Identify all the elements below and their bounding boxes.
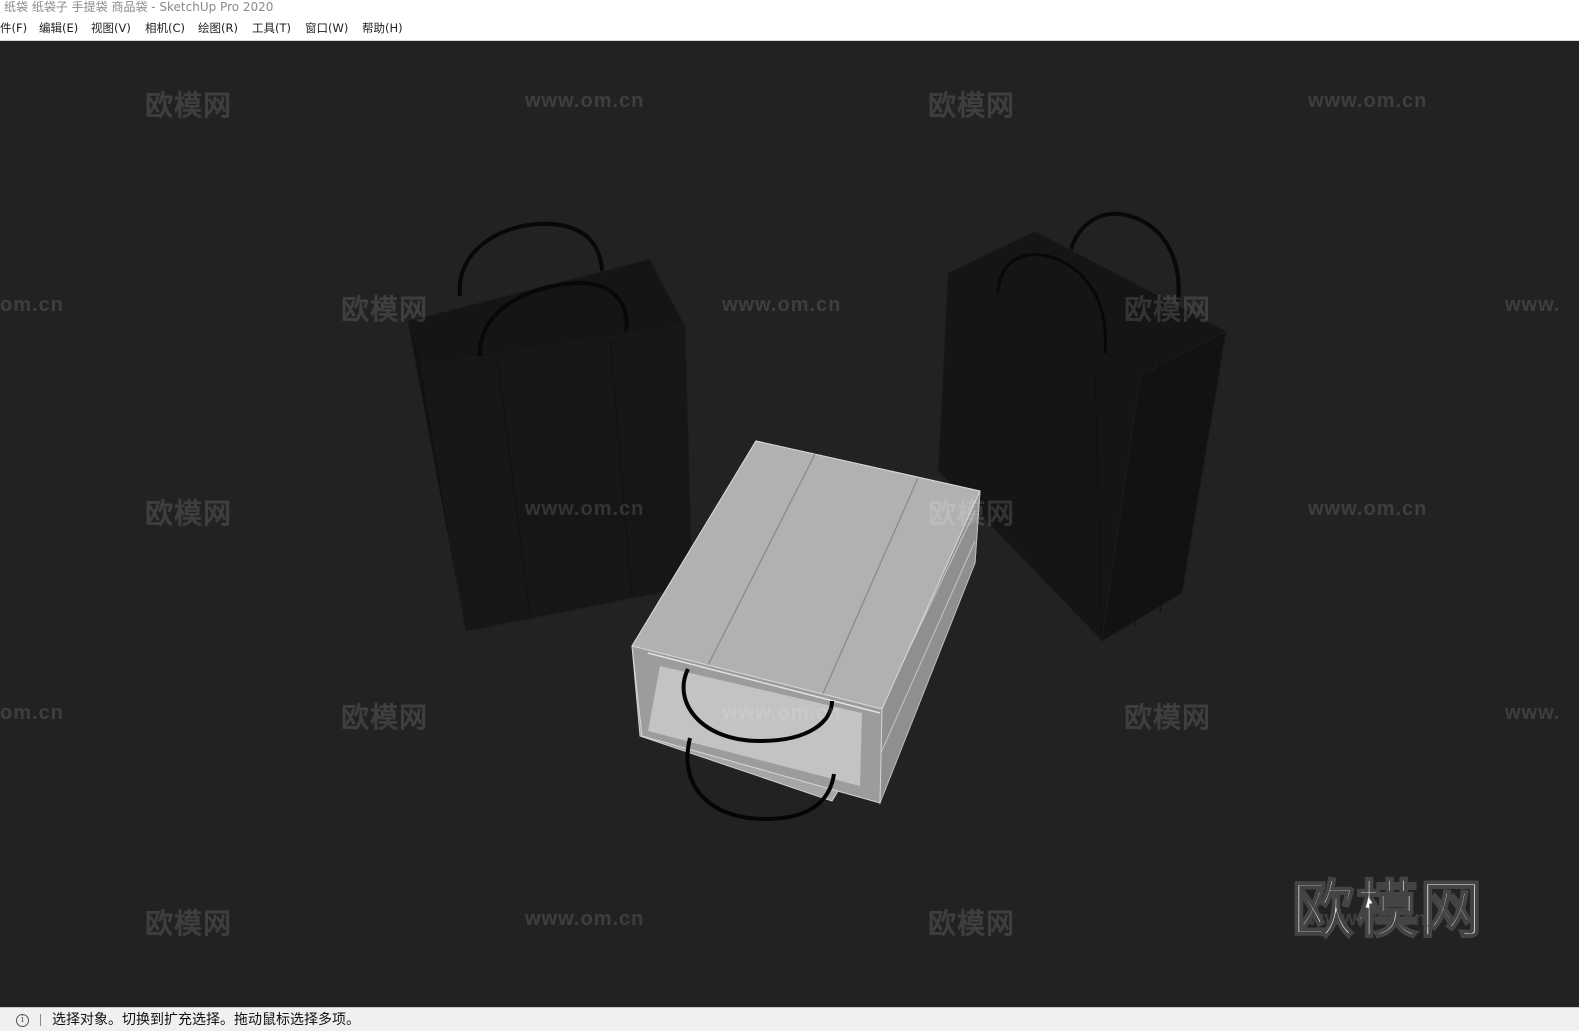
menu-view[interactable]: 视图(V) (91, 21, 131, 35)
info-icon[interactable]: i (16, 1014, 29, 1027)
menu-draw[interactable]: 绘图(R) (198, 21, 238, 35)
menu-file[interactable]: 件(F) (0, 21, 27, 35)
window-title: 纸袋 纸袋子 手提袋 商品袋 - SketchUp Pro 2020 (4, 0, 274, 14)
menu-edit[interactable]: 编辑(E) (39, 21, 78, 35)
sketchup-window: 纸袋 纸袋子 手提袋 商品袋 - SketchUp Pro 2020 件(F) … (0, 0, 1579, 1031)
menu-tools[interactable]: 工具(T) (252, 21, 291, 35)
modeling-viewport[interactable]: 欧模网 www.om.cn 欧模网 www.om.cn om.cn 欧模网 ww… (0, 41, 1579, 1007)
black-paper-bag-left[interactable] (407, 221, 693, 632)
title-bar: 纸袋 纸袋子 手提袋 商品袋 - SketchUp Pro 2020 (0, 0, 1579, 16)
status-divider (40, 1014, 41, 1026)
black-paper-bag-right[interactable] (937, 211, 1227, 642)
menu-window[interactable]: 窗口(W) (305, 21, 348, 35)
menu-help[interactable]: 帮助(H) (362, 21, 403, 35)
status-bar: i 选择对象。切换到扩充选择。拖动鼠标选择多项。 (0, 1007, 1579, 1031)
menu-camera[interactable]: 相机(C) (145, 21, 185, 35)
site-logo: 欧模网 (1291, 872, 1485, 947)
menu-bar: 件(F) 编辑(E) 视图(V) 相机(C) 绘图(R) 工具(T) 窗口(W)… (0, 16, 1579, 41)
status-message: 选择对象。切换到扩充选择。拖动鼠标选择多项。 (52, 1012, 360, 1028)
